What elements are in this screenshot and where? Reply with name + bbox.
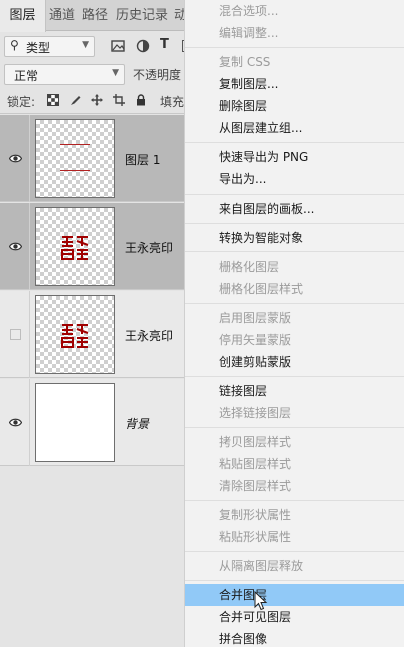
menu-item-edit-adjustment[interactable]: 编辑调整...: [185, 22, 404, 44]
menu-item-copy-shape-attributes[interactable]: 复制形状属性: [185, 504, 404, 526]
lock-label: 锁定:: [7, 95, 36, 109]
menu-item-convert-smart-object[interactable]: 转换为智能对象: [185, 227, 404, 249]
thumbnail-line-top: [60, 144, 90, 145]
menu-item-duplicate-layer[interactable]: 复制图层...: [185, 73, 404, 95]
lock-row: 锁定: 填充: [0, 88, 190, 114]
layer-row[interactable]: 背景: [0, 379, 190, 466]
menu-item-release-from-isolation[interactable]: 从隔离图层释放: [185, 555, 404, 577]
visibility-toggle[interactable]: [0, 379, 30, 466]
mouse-cursor-icon: [254, 591, 268, 611]
layer-filter-row: ⚲ 类型 ▼ T: [0, 32, 190, 60]
menu-item-paste-layer-style[interactable]: 粘贴图层样式: [185, 453, 404, 475]
menu-item-delete-layer[interactable]: 删除图层: [185, 95, 404, 117]
menu-item-artboard-from-layers[interactable]: 来自图层的画板...: [185, 198, 404, 220]
tab-layers[interactable]: 图层: [0, 0, 46, 32]
thumbnail-line-bottom: [60, 170, 90, 171]
menu-item-copy-css[interactable]: 复制 CSS: [185, 51, 404, 73]
menu-item-link-layers[interactable]: 链接图层: [185, 380, 404, 402]
layer-name: 图层 1: [125, 153, 161, 167]
tab-channels[interactable]: 通道: [49, 0, 75, 31]
layer-row[interactable]: 王永亮印: [0, 203, 190, 290]
menu-item-copy-layer-style[interactable]: 拷贝图层样式: [185, 431, 404, 453]
layer-row[interactable]: 图层 1: [0, 115, 190, 202]
layer-thumbnail: [35, 119, 115, 198]
menu-separator: [185, 251, 404, 252]
menu-separator: [185, 551, 404, 552]
eye-icon: [9, 242, 22, 251]
menu-item-export-as[interactable]: 导出为...: [185, 168, 404, 190]
filter-kind-select[interactable]: ⚲ 类型 ▼: [4, 36, 95, 57]
menu-item-merge-layers[interactable]: 合并图层: [185, 584, 404, 606]
blend-mode-value: 正常: [14, 69, 39, 83]
layers-panel: 图层 通道 路径 历史记录 动 ⚲ 类型 ▼ T 正常 ▼ 不透明度 锁定: 填…: [0, 0, 190, 647]
layer-row[interactable]: 王永亮印: [0, 291, 190, 378]
lock-transparency-icon[interactable]: [47, 94, 59, 106]
menu-separator: [185, 427, 404, 428]
lock-artboard-icon[interactable]: [113, 94, 125, 106]
fill-label: 填充: [160, 95, 185, 109]
menu-item-merge-visible[interactable]: 合并可见图层: [185, 606, 404, 628]
visibility-toggle[interactable]: [0, 115, 30, 202]
pixel-layer-filter-icon[interactable]: [111, 39, 125, 53]
menu-separator: [185, 194, 404, 195]
menu-separator: [185, 223, 404, 224]
menu-item-flatten-image[interactable]: 拼合图像: [185, 628, 404, 647]
menu-item-select-linked-layers[interactable]: 选择链接图层: [185, 402, 404, 424]
search-icon: ⚲: [10, 38, 19, 52]
menu-item-group-from-layers[interactable]: 从图层建立组...: [185, 117, 404, 139]
layer-thumbnail: [35, 383, 115, 462]
menu-separator: [185, 142, 404, 143]
blend-row: 正常 ▼ 不透明度: [0, 60, 190, 88]
eye-icon: [9, 154, 22, 163]
layer-name: 王永亮印: [125, 241, 174, 255]
layer-thumbnail: [35, 207, 115, 286]
blend-mode-select[interactable]: 正常 ▼: [4, 64, 125, 85]
layer-context-menu: 混合选项... 编辑调整... 复制 CSS 复制图层... 删除图层 从图层建…: [184, 0, 404, 647]
filter-kind-label: 类型: [26, 41, 51, 55]
menu-item-rasterize-layer-style[interactable]: 栅格化图层样式: [185, 278, 404, 300]
menu-item-quick-export-png[interactable]: 快速导出为 PNG: [185, 146, 404, 168]
layer-name: 背景: [125, 417, 150, 431]
visibility-toggle[interactable]: [0, 291, 30, 378]
opacity-label: 不透明度: [133, 68, 182, 82]
menu-separator: [185, 303, 404, 304]
menu-item-blending-options[interactable]: 混合选项...: [185, 0, 404, 22]
menu-separator: [185, 376, 404, 377]
layer-thumbnail: [35, 295, 115, 374]
lock-all-icon[interactable]: [135, 94, 147, 106]
seal-stamp-icon: [61, 236, 89, 260]
seal-stamp-icon: [61, 324, 89, 348]
adjustment-layer-filter-icon[interactable]: [136, 39, 150, 53]
menu-item-enable-layer-mask[interactable]: 启用图层蒙版: [185, 307, 404, 329]
eye-icon: [9, 418, 22, 427]
chevron-down-icon: ▼: [82, 40, 89, 50]
lock-image-pixels-icon[interactable]: [70, 94, 82, 106]
tab-paths[interactable]: 路径: [82, 0, 108, 31]
lock-position-icon[interactable]: [91, 94, 103, 106]
menu-item-paste-shape-attributes[interactable]: 粘贴形状属性: [185, 526, 404, 548]
menu-item-clear-layer-style[interactable]: 清除图层样式: [185, 475, 404, 497]
chevron-down-icon: ▼: [112, 68, 119, 78]
visibility-toggle[interactable]: [0, 203, 30, 290]
tab-history[interactable]: 历史记录: [116, 0, 168, 31]
type-layer-filter-icon[interactable]: T: [160, 37, 174, 52]
menu-separator: [185, 500, 404, 501]
panel-tab-bar: 图层 通道 路径 历史记录 动: [0, 0, 190, 32]
menu-separator: [185, 47, 404, 48]
hidden-visibility-box: [10, 329, 21, 340]
menu-item-rasterize-layer[interactable]: 栅格化图层: [185, 256, 404, 278]
menu-item-create-clipping-mask[interactable]: 创建剪贴蒙版: [185, 351, 404, 373]
layer-name: 王永亮印: [125, 329, 174, 343]
menu-separator: [185, 580, 404, 581]
menu-item-disable-vector-mask[interactable]: 停用矢量蒙版: [185, 329, 404, 351]
